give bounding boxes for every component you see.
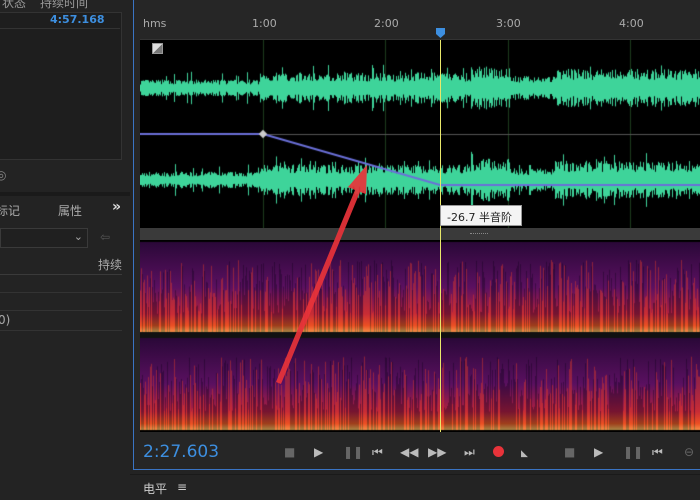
levels-panel: 电平 ≡ — [130, 474, 700, 500]
pause-button-2[interactable]: ❚❚ — [623, 445, 643, 459]
stop-button-2[interactable]: ■ — [564, 445, 575, 459]
red-arrow-annotation — [276, 165, 367, 384]
go-to-start-button[interactable]: ⏮ — [372, 445, 383, 460]
levels-title[interactable]: 电平 — [143, 480, 167, 497]
pause-button[interactable]: ❚❚ — [343, 445, 363, 459]
skip-selection-icon[interactable]: ◣ — [521, 449, 528, 459]
play-button[interactable]: ▶ — [314, 445, 323, 459]
current-time[interactable]: 2:27.603 — [143, 442, 219, 462]
panel-menu-icon[interactable]: ≡ — [177, 480, 187, 494]
go-to-end-button[interactable]: ⏭ — [464, 445, 475, 460]
rewind-button[interactable]: ◀◀ — [400, 445, 418, 459]
stop-button[interactable]: ■ — [284, 445, 295, 459]
transport-bar: 2:27.603 ■ ▶ ❚❚ ⏮ ◀◀ ▶▶ ⏭ ◣ ■ ▶ ❚❚ ⏮ ⊖ — [134, 435, 700, 469]
fast-forward-button[interactable]: ▶▶ — [428, 445, 446, 459]
go-to-previous-button[interactable]: ⏮ — [652, 445, 663, 460]
play-button-2[interactable]: ▶ — [594, 445, 603, 459]
annotation-overlay — [276, 165, 367, 384]
zoom-icon[interactable]: ⊖ — [684, 445, 694, 459]
record-button[interactable] — [493, 446, 504, 457]
